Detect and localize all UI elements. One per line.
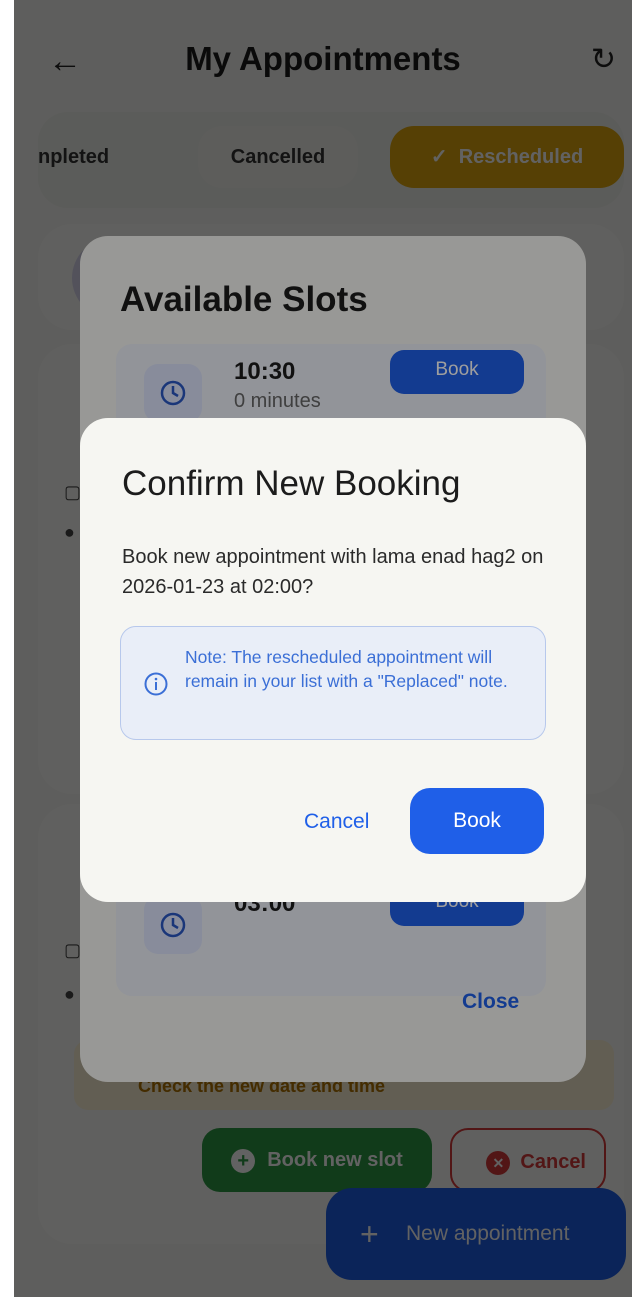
note-text: Note: The rescheduled appointment will r…: [185, 647, 508, 691]
info-note: Note: The rescheduled appointment will r…: [120, 626, 546, 740]
dialog-cancel-button[interactable]: Cancel: [304, 810, 369, 834]
dialog-message: Book new appointment with lama enad hag2…: [122, 546, 544, 598]
dialog-title: Confirm New Booking: [122, 464, 461, 503]
info-icon: [144, 672, 168, 696]
confirm-booking-dialog: Confirm New Booking Book new appointment…: [80, 418, 586, 902]
dialog-book-button[interactable]: Book: [410, 788, 544, 854]
phone-screen: ← My Appointments ↻ npleted Cancelled ✓ …: [14, 0, 632, 1297]
